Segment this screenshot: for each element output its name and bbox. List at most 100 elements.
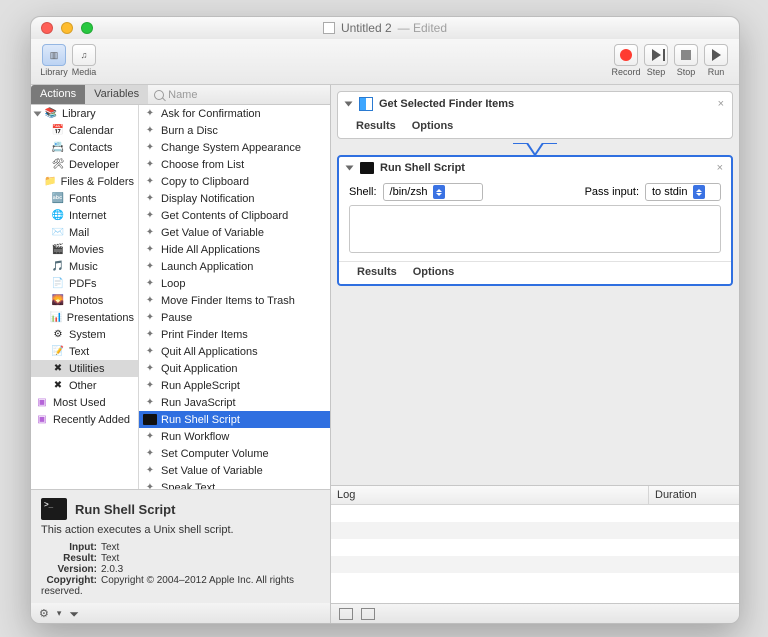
- record-button[interactable]: Record: [613, 44, 639, 77]
- content-area: Actions Variables Name 📚Library📅Calendar…: [31, 85, 739, 623]
- category-column[interactable]: 📚Library📅Calendar📇Contacts🛠Developer📁Fil…: [31, 105, 139, 489]
- action-item[interactable]: ✦Run Workflow: [139, 428, 330, 445]
- shell-value: /bin/zsh: [390, 186, 428, 198]
- description-pane: Run Shell Script This action executes a …: [31, 490, 330, 603]
- script-textarea[interactable]: [349, 205, 721, 253]
- remove-step-button[interactable]: ×: [718, 98, 724, 110]
- log-row: [331, 539, 739, 556]
- options-tab[interactable]: Options: [412, 120, 454, 132]
- play-icon: [712, 49, 721, 61]
- disclosure-icon[interactable]: [345, 102, 353, 107]
- action-item[interactable]: ✦Quit Application: [139, 360, 330, 377]
- terminal-icon: [41, 498, 67, 520]
- duration-column-label[interactable]: Duration: [649, 486, 739, 504]
- view-mode-list-icon[interactable]: [339, 608, 353, 620]
- category-item[interactable]: ⚙System: [31, 326, 138, 343]
- step-button[interactable]: Step: [643, 44, 669, 77]
- log-column-label[interactable]: Log: [331, 486, 649, 504]
- category-item[interactable]: 🎵Music: [31, 258, 138, 275]
- action-item[interactable]: ✦Burn a Disc: [139, 122, 330, 139]
- action-item[interactable]: ✦Loop: [139, 275, 330, 292]
- right-statusbar: [331, 603, 739, 623]
- library-toggle-button[interactable]: ▥ Library: [41, 44, 67, 77]
- tab-variables[interactable]: Variables: [85, 85, 148, 104]
- workflow-canvas[interactable]: Get Selected Finder Items × Results Opti…: [331, 85, 739, 485]
- category-item[interactable]: 🎬Movies: [31, 241, 138, 258]
- app-window: Untitled 2 — Edited ▥ Library ♫ Media Re…: [30, 16, 740, 624]
- workflow-step-run-shell-script[interactable]: Run Shell Script × Shell: /bin/zsh Pass …: [337, 155, 733, 286]
- action-item[interactable]: ✦Display Notification: [139, 190, 330, 207]
- action-item[interactable]: ✦Speak Text: [139, 479, 330, 489]
- stop-button[interactable]: Stop: [673, 44, 699, 77]
- shell-select[interactable]: /bin/zsh: [383, 183, 483, 201]
- log-row: [331, 556, 739, 573]
- media-toggle-button[interactable]: ♫ Media: [71, 44, 97, 77]
- gear-icon[interactable]: [39, 607, 49, 620]
- run-button[interactable]: Run: [703, 44, 729, 77]
- category-item[interactable]: 🌄Photos: [31, 292, 138, 309]
- description-title-row: Run Shell Script: [41, 498, 320, 520]
- category-item[interactable]: ✉️Mail: [31, 224, 138, 241]
- log-row: [331, 522, 739, 539]
- action-item[interactable]: ✦Choose from List: [139, 156, 330, 173]
- action-item[interactable]: ✦Set Computer Volume: [139, 445, 330, 462]
- log-rows[interactable]: [331, 505, 739, 603]
- action-item[interactable]: ✦Quit All Applications: [139, 343, 330, 360]
- action-item[interactable]: ✦Run AppleScript: [139, 377, 330, 394]
- action-item[interactable]: ✦Launch Application: [139, 258, 330, 275]
- toolbar: ▥ Library ♫ Media Record Step Stop: [31, 39, 739, 85]
- document-edited-label: — Edited: [398, 21, 447, 35]
- tab-actions[interactable]: Actions: [31, 85, 85, 104]
- panel-toggle-icon[interactable]: ⏷: [69, 607, 83, 619]
- disclosure-icon[interactable]: [346, 166, 354, 171]
- options-tab[interactable]: Options: [413, 266, 455, 278]
- description-body: This action executes a Unix shell script…: [41, 524, 320, 536]
- smart-folder-recently-added[interactable]: ▣Recently Added: [31, 411, 138, 428]
- stop-icon: [681, 50, 691, 60]
- pass-input-select[interactable]: to stdin: [645, 183, 721, 201]
- category-item[interactable]: 📁Files & Folders: [31, 173, 138, 190]
- category-item[interactable]: 📊Presentations: [31, 309, 138, 326]
- category-item[interactable]: 🔤Fonts: [31, 190, 138, 207]
- library-label: Library: [40, 67, 68, 77]
- workflow-step-get-selected-finder-items[interactable]: Get Selected Finder Items × Results Opti…: [337, 91, 733, 139]
- action-item[interactable]: ✦Ask for Confirmation: [139, 105, 330, 122]
- category-item[interactable]: 📝Text: [31, 343, 138, 360]
- description-title: Run Shell Script: [75, 502, 175, 517]
- category-item[interactable]: 🌐Internet: [31, 207, 138, 224]
- workflow-pane: Get Selected Finder Items × Results Opti…: [331, 85, 739, 623]
- action-item[interactable]: ✦Run JavaScript: [139, 394, 330, 411]
- left-statusbar: ▾ ⏷: [31, 603, 330, 623]
- results-tab[interactable]: Results: [356, 120, 396, 132]
- action-item[interactable]: ✦Change System Appearance: [139, 139, 330, 156]
- library-root[interactable]: 📚Library: [31, 105, 138, 122]
- action-column[interactable]: ✦Ask for Confirmation✦Burn a Disc✦Change…: [139, 105, 330, 489]
- browser-columns: 📚Library📅Calendar📇Contacts🛠Developer📁Fil…: [31, 105, 330, 490]
- action-item[interactable]: ✦Copy to Clipboard: [139, 173, 330, 190]
- category-item[interactable]: ✖Utilities: [31, 360, 138, 377]
- log-row: [331, 505, 739, 522]
- action-item[interactable]: ✦Hide All Applications: [139, 241, 330, 258]
- category-item[interactable]: 📇Contacts: [31, 139, 138, 156]
- search-icon: [154, 90, 164, 100]
- action-item[interactable]: ✦Move Finder Items to Trash: [139, 292, 330, 309]
- search-field[interactable]: Name: [148, 85, 330, 104]
- step-connector: [513, 143, 557, 157]
- category-item[interactable]: 📅Calendar: [31, 122, 138, 139]
- category-item[interactable]: 📄PDFs: [31, 275, 138, 292]
- view-mode-grid-icon[interactable]: [361, 608, 375, 620]
- results-tab[interactable]: Results: [357, 266, 397, 278]
- library-pane: Actions Variables Name 📚Library📅Calendar…: [31, 85, 331, 623]
- smart-folder-most-used[interactable]: ▣Most Used: [31, 394, 138, 411]
- pass-input-value: to stdin: [652, 186, 687, 198]
- category-item[interactable]: 🛠Developer: [31, 156, 138, 173]
- library-tabs: Actions Variables Name: [31, 85, 330, 105]
- remove-step-button[interactable]: ×: [717, 162, 723, 174]
- action-item[interactable]: ✦Set Value of Variable: [139, 462, 330, 479]
- action-item[interactable]: Run Shell Script: [139, 411, 330, 428]
- action-item[interactable]: ✦Get Contents of Clipboard: [139, 207, 330, 224]
- action-item[interactable]: ✦Pause: [139, 309, 330, 326]
- action-item[interactable]: ✦Get Value of Variable: [139, 224, 330, 241]
- action-item[interactable]: ✦Print Finder Items: [139, 326, 330, 343]
- category-item[interactable]: ✖Other: [31, 377, 138, 394]
